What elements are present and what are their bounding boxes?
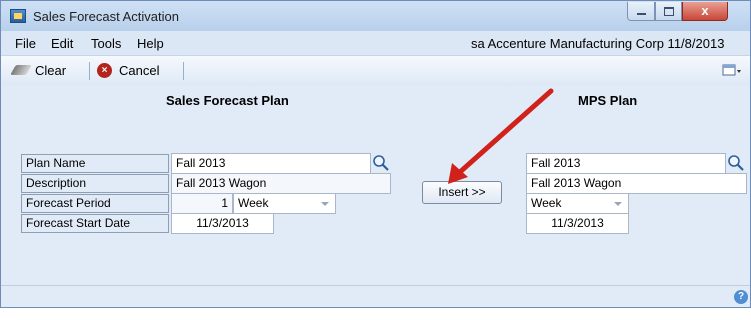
mps-period-unit-select[interactable]: Week bbox=[526, 193, 629, 214]
title-bar[interactable]: Sales Forecast Activation x bbox=[1, 1, 750, 31]
status-divider bbox=[1, 285, 750, 286]
form-content: Sales Forecast Plan MPS Plan Plan Name D… bbox=[1, 86, 750, 307]
sales-forecast-activation-window: Sales Forecast Activation x File Edit To… bbox=[0, 0, 751, 308]
user-company-date-info: sa Accenture Manufacturing Corp 11/8/201… bbox=[471, 36, 725, 51]
menu-file[interactable]: File bbox=[15, 36, 36, 51]
window-title: Sales Forecast Activation bbox=[33, 9, 179, 24]
app-icon bbox=[10, 9, 26, 23]
close-button[interactable]: x bbox=[682, 2, 728, 21]
cancel-label: Cancel bbox=[119, 63, 160, 78]
clear-button[interactable]: Clear bbox=[7, 62, 87, 80]
help-icon[interactable]: ? bbox=[734, 290, 748, 304]
mps-plan-name-lookup-icon[interactable] bbox=[727, 154, 745, 172]
forecast-period-count-input[interactable]: 1 bbox=[171, 193, 233, 214]
sales-forecast-plan-heading: Sales Forecast Plan bbox=[166, 93, 289, 108]
maximize-button[interactable] bbox=[655, 2, 682, 21]
eraser-icon bbox=[10, 65, 32, 75]
insert-button[interactable]: Insert >> bbox=[422, 181, 502, 204]
forecast-start-date-label: Forecast Start Date bbox=[21, 214, 169, 233]
chevron-down-icon bbox=[614, 202, 622, 206]
description-input[interactable]: Fall 2013 Wagon bbox=[171, 173, 391, 194]
forecast-period-unit-value: Week bbox=[238, 196, 269, 210]
mps-plan-heading: MPS Plan bbox=[578, 93, 638, 108]
minimize-button[interactable] bbox=[627, 2, 655, 21]
window-options-icon[interactable] bbox=[722, 64, 742, 78]
plan-name-lookup-icon[interactable] bbox=[372, 154, 390, 172]
description-label: Description bbox=[21, 174, 169, 193]
menu-help[interactable]: Help bbox=[137, 36, 164, 51]
mps-description-input[interactable]: Fall 2013 Wagon bbox=[526, 173, 747, 194]
mps-period-unit-value: Week bbox=[531, 196, 562, 210]
menu-edit[interactable]: Edit bbox=[51, 36, 73, 51]
chevron-down-icon bbox=[321, 202, 329, 206]
clear-label: Clear bbox=[35, 63, 67, 78]
toolbar: Clear × Cancel bbox=[1, 55, 750, 87]
menu-tools[interactable]: Tools bbox=[91, 36, 121, 51]
cancel-button[interactable]: × Cancel bbox=[97, 62, 177, 80]
plan-name-input[interactable]: Fall 2013 bbox=[171, 153, 371, 174]
mps-start-date-field[interactable]: 11/3/2013 bbox=[526, 213, 629, 234]
mps-plan-name-input[interactable]: Fall 2013 bbox=[526, 153, 726, 174]
forecast-period-label: Forecast Period bbox=[21, 194, 169, 213]
forecast-start-date-field[interactable]: 11/3/2013 bbox=[171, 213, 274, 234]
plan-name-label: Plan Name bbox=[21, 154, 169, 173]
cancel-icon: × bbox=[97, 63, 112, 78]
forecast-period-unit-select[interactable]: Week bbox=[233, 193, 336, 214]
menu-bar: File Edit Tools Help sa Accenture Manufa… bbox=[1, 31, 750, 55]
toolbar-separator bbox=[183, 62, 184, 80]
toolbar-separator bbox=[89, 62, 90, 80]
